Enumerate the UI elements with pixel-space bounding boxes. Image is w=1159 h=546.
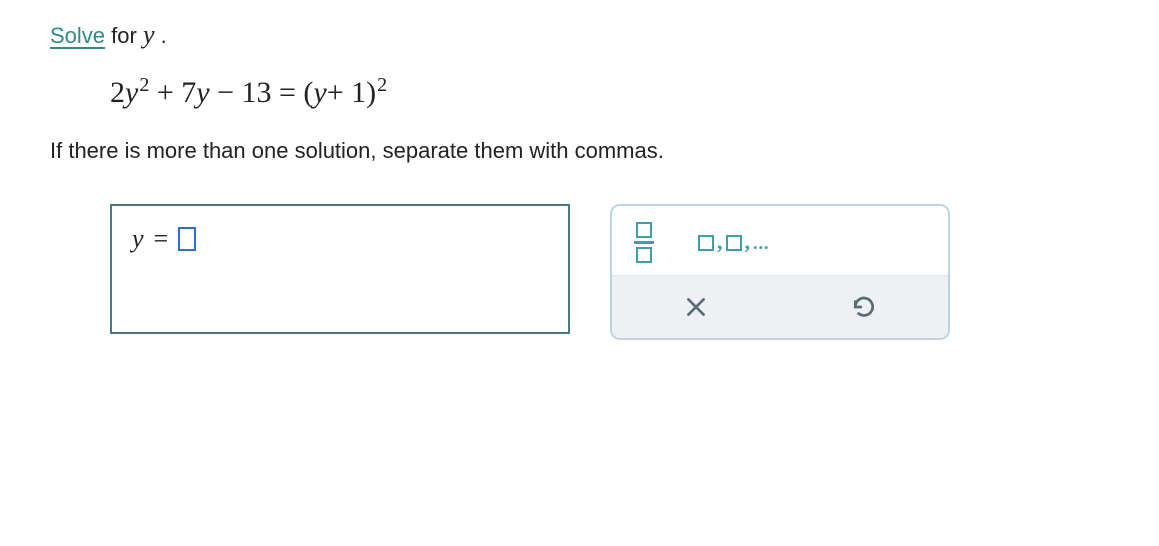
lhs-var: y (125, 76, 138, 109)
answer-content: y = (132, 224, 548, 254)
answer-equals: = (154, 224, 169, 254)
equation: 2y2 + 7y − 13 = (y+ 1)2 (110, 74, 1109, 110)
lhs-plus: + 7 (157, 76, 196, 109)
fraction-icon[interactable] (634, 222, 654, 263)
eq-sign: = (279, 76, 296, 109)
rhs-close: ) (366, 76, 376, 109)
rhs-plus: + 1 (327, 76, 366, 109)
answer-variable: y (132, 224, 144, 254)
tool-row-format: ,,... (612, 206, 948, 275)
toolbox: ,,... (610, 204, 950, 340)
undo-button[interactable] (780, 276, 948, 338)
period: . (155, 23, 167, 48)
prompt-line-2: If there is more than one solution, sepa… (50, 138, 1109, 164)
lhs-coef: 2 (110, 76, 125, 109)
answer-box[interactable]: y = (110, 204, 570, 334)
prompt-line-1: Solve for y . (50, 20, 1109, 50)
lhs-minus: − 13 (217, 76, 271, 109)
rhs-exp: 2 (377, 74, 387, 96)
close-icon (683, 294, 709, 320)
rhs-open: ( (303, 76, 313, 109)
answer-input[interactable] (178, 227, 196, 251)
answer-row: y = ,,... (110, 204, 1109, 340)
for-text: for (105, 23, 143, 48)
lhs-exp1: 2 (139, 74, 149, 96)
undo-icon (851, 294, 877, 320)
lhs-var2: y (196, 76, 209, 109)
rhs-var: y (313, 76, 326, 109)
clear-button[interactable] (612, 276, 780, 338)
variable-y: y (143, 20, 155, 49)
list-icon[interactable]: ,,... (698, 229, 770, 255)
tool-row-actions (612, 275, 948, 338)
solve-link[interactable]: Solve (50, 23, 105, 48)
